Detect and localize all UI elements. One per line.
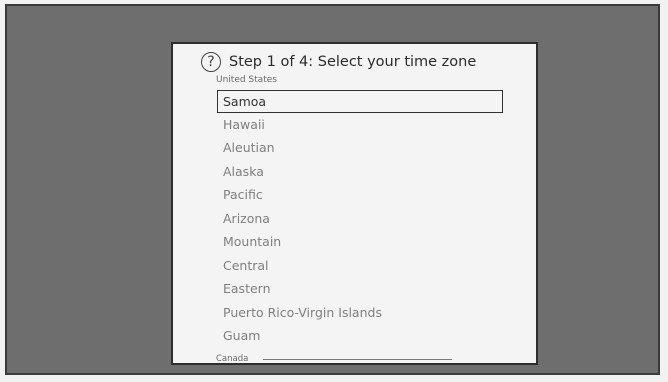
time-zone-option[interactable]: Hawaii (217, 114, 503, 137)
time-zone-option[interactable]: Eastern (217, 278, 503, 301)
region-divider (263, 359, 452, 360)
time-zone-option[interactable]: Guam (217, 325, 503, 348)
time-zone-dialog: ? Step 1 of 4: Select your time zone Uni… (171, 42, 538, 365)
region-label-united-states: United States (216, 75, 277, 85)
time-zone-option[interactable]: Central (217, 255, 503, 278)
time-zone-option[interactable]: Aleutian (217, 137, 503, 160)
time-zone-option[interactable]: Mountain (217, 231, 503, 254)
region-header-canada: Canada (216, 354, 536, 364)
time-zone-option[interactable]: Puerto Rico-Virgin Islands (217, 302, 503, 325)
time-zone-option[interactable]: Alaska (217, 161, 503, 184)
time-zone-option[interactable]: Samoa (217, 90, 503, 113)
tv-screen: ? Step 1 of 4: Select your time zone Uni… (5, 4, 660, 375)
region-label-canada: Canada (216, 354, 249, 364)
help-icon[interactable]: ? (201, 52, 221, 72)
time-zone-option[interactable]: Pacific (217, 184, 503, 207)
dialog-header: ? Step 1 of 4: Select your time zone (201, 52, 531, 76)
dialog-title: Step 1 of 4: Select your time zone (229, 54, 477, 70)
time-zone-option[interactable]: Arizona (217, 208, 503, 231)
